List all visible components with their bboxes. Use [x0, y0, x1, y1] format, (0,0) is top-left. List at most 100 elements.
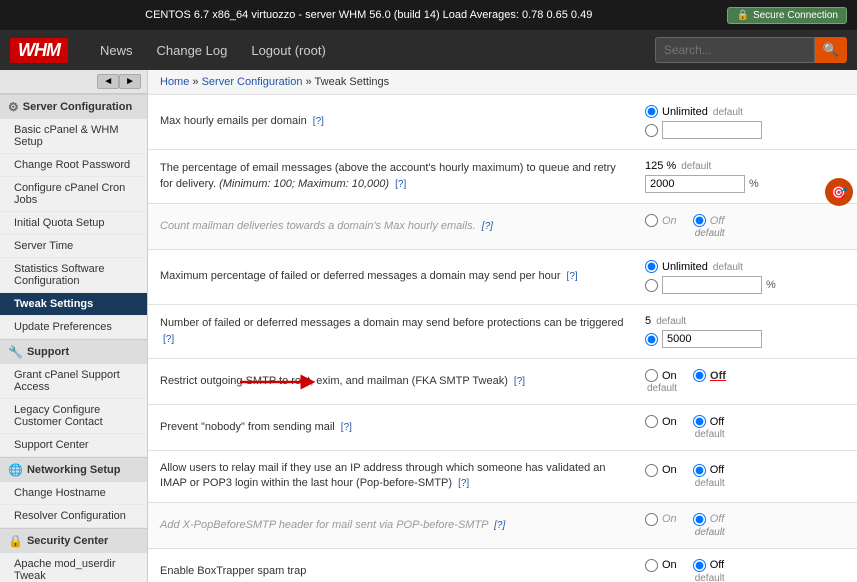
help-xpopbeforesmtp[interactable]: [?]: [494, 520, 505, 531]
boxtrapper-on-col: On: [645, 559, 677, 582]
sidebar-item-tweak-settings[interactable]: Tweak Settings: [0, 293, 147, 316]
search-button[interactable]: 🔍: [815, 37, 847, 63]
failed-trigger-radio[interactable]: [645, 330, 849, 348]
xpopbeforesmtp-on-input[interactable]: [645, 513, 658, 526]
boxtrapper-on-radio[interactable]: On: [645, 559, 677, 572]
nav-logout[interactable]: Logout (root): [239, 30, 337, 70]
relay-imap-on-input[interactable]: [645, 464, 658, 477]
sidebar-item-hostname[interactable]: Change Hostname: [0, 482, 147, 505]
mailman-off-input[interactable]: [693, 214, 706, 227]
sidebar-item-cron-jobs[interactable]: Configure cPanel Cron Jobs: [0, 177, 147, 212]
sidebar-item-grant-support[interactable]: Grant cPanel Support Access: [0, 364, 147, 399]
sidebar-nav-left[interactable]: ◄: [97, 74, 119, 89]
prevent-nobody-on-radio[interactable]: On: [645, 415, 677, 428]
prevent-nobody-off-input[interactable]: [693, 415, 706, 428]
mailman-on-input[interactable]: [645, 214, 658, 227]
max-failed-custom-input[interactable]: [645, 279, 658, 292]
max-hourly-input[interactable]: [662, 121, 762, 139]
help-relay-imap[interactable]: [?]: [458, 478, 469, 489]
restrict-smtp-on-input[interactable]: [645, 369, 658, 382]
nav-changelog[interactable]: Change Log: [145, 30, 240, 70]
failed-trigger-value-input[interactable]: [662, 330, 762, 348]
mailman-on-col: On: [645, 214, 677, 239]
mailman-off-radio[interactable]: Off: [693, 214, 725, 227]
help-restrict-smtp[interactable]: [?]: [514, 376, 525, 387]
queue-pct-input[interactable]: [645, 175, 745, 193]
sidebar-item-update-prefs[interactable]: Update Preferences: [0, 316, 147, 339]
relay-imap-off-input[interactable]: [693, 464, 706, 477]
xpopbeforesmtp-off-radio[interactable]: Off: [693, 513, 725, 526]
help-max-failed-pct[interactable]: [?]: [567, 271, 578, 282]
search-input[interactable]: [655, 37, 815, 63]
prevent-nobody-on-input[interactable]: [645, 415, 658, 428]
sidebar-section-support[interactable]: 🔧 Support: [0, 339, 147, 364]
sidebar-section-support-label: Support: [27, 346, 69, 358]
max-failed-custom-radio[interactable]: %: [645, 276, 849, 294]
breadcrumb-server-config[interactable]: Server Configuration: [202, 76, 303, 88]
breadcrumb-home[interactable]: Home: [160, 76, 189, 88]
sidebar-item-server-time[interactable]: Server Time: [0, 235, 147, 258]
setting-label-restrict-smtp: Restrict outgoing SMTP to root, exim, an…: [148, 370, 637, 393]
setting-label-relay-imap: Allow users to relay mail if they use an…: [148, 457, 637, 496]
radio-unlimited-max-hourly[interactable]: Unlimited default: [645, 105, 849, 118]
xpopbeforesmtp-on-off: On Off default: [645, 513, 849, 538]
sidebar-section-networking[interactable]: 🌐 Networking Setup: [0, 457, 147, 482]
sidebar-item-stats[interactable]: Statistics Software Configuration: [0, 258, 147, 293]
relay-imap-on-radio[interactable]: On: [645, 464, 677, 477]
prevent-nobody-off-radio[interactable]: Off: [693, 415, 724, 428]
boxtrapper-off-label: Off: [710, 559, 724, 571]
setting-label-failed-trigger: Number of failed or deferred messages a …: [148, 312, 637, 351]
help-mailman[interactable]: [?]: [482, 221, 493, 232]
sidebar-section-server-config[interactable]: ⚙ Server Configuration: [0, 94, 147, 119]
sidebar-item-support-center[interactable]: Support Center: [0, 434, 147, 457]
sidebar-item-customer-contact[interactable]: Legacy Configure Customer Contact: [0, 399, 147, 434]
boxtrapper-on-input[interactable]: [645, 559, 658, 572]
setting-prevent-nobody: Prevent "nobody" from sending mail [?] O…: [148, 405, 857, 451]
setting-label-prevent-nobody: Prevent "nobody" from sending mail [?]: [148, 416, 637, 439]
sidebar-item-mod-userdir[interactable]: Apache mod_userdir Tweak: [0, 553, 147, 582]
radio-unlimited-max-hourly-input[interactable]: [645, 105, 658, 118]
failed-trigger-input[interactable]: [645, 333, 658, 346]
sidebar-item-basic-cpanel[interactable]: Basic cPanel & WHM Setup: [0, 119, 147, 154]
xpopbeforesmtp-off-input[interactable]: [693, 513, 706, 526]
boxtrapper-on-label: On: [662, 559, 677, 571]
sidebar-nav-right[interactable]: ►: [119, 74, 141, 89]
nav-news[interactable]: News: [88, 30, 145, 70]
boxtrapper-off-radio[interactable]: Off: [693, 559, 724, 572]
setting-control-mailman: On Off default: [637, 210, 857, 243]
xpopbeforesmtp-on-radio[interactable]: On: [645, 513, 677, 526]
mailman-on-radio[interactable]: On: [645, 214, 677, 227]
sidebar-section-security[interactable]: 🔒 Security Center: [0, 528, 147, 553]
relay-imap-on-off: On Off default: [645, 464, 849, 489]
sidebar-item-change-root[interactable]: Change Root Password: [0, 154, 147, 177]
max-failed-unlimited-radio[interactable]: Unlimited default: [645, 260, 849, 273]
setting-control-xpopbeforesmtp: On Off default: [637, 509, 857, 542]
help-queue-pct[interactable]: [?]: [395, 179, 406, 190]
search-bar: 🔍: [655, 37, 847, 63]
help-failed-trigger[interactable]: [?]: [163, 334, 174, 345]
boxtrapper-on-off: On Off default: [645, 559, 849, 582]
support-icon: 🔧: [8, 345, 23, 359]
max-failed-pct-input[interactable]: [662, 276, 762, 294]
secure-label: Secure Connection: [753, 10, 838, 21]
sidebar-item-resolver[interactable]: Resolver Configuration: [0, 505, 147, 528]
restrict-smtp-on-radio[interactable]: On: [645, 369, 677, 382]
sidebar-item-quota[interactable]: Initial Quota Setup: [0, 212, 147, 235]
radio-custom-max-hourly[interactable]: [645, 121, 849, 139]
restrict-smtp-on-col: On default: [645, 369, 677, 394]
main-layout: ◄ ► ⚙ Server Configuration Basic cPanel …: [0, 70, 857, 582]
restrict-smtp-off-radio[interactable]: Off: [693, 369, 726, 382]
relay-imap-default: default: [695, 478, 725, 489]
restrict-smtp-on-off: On default Off: [645, 369, 849, 394]
help-max-hourly[interactable]: [?]: [313, 116, 324, 127]
max-failed-unlimited-input[interactable]: [645, 260, 658, 273]
restrict-smtp-off-input[interactable]: [693, 369, 706, 382]
relay-imap-off-radio[interactable]: Off: [693, 464, 724, 477]
radio-custom-max-hourly-input[interactable]: [645, 124, 658, 137]
prevent-nobody-off-col: Off default: [693, 415, 725, 440]
breadcrumb: Home » Server Configuration » Tweak Sett…: [148, 70, 857, 95]
setting-control-max-hourly: Unlimited default: [637, 101, 857, 143]
setting-restrict-smtp: Restrict outgoing SMTP to root, exim, an…: [148, 359, 857, 405]
boxtrapper-off-input[interactable]: [693, 559, 706, 572]
help-prevent-nobody[interactable]: [?]: [341, 422, 352, 433]
